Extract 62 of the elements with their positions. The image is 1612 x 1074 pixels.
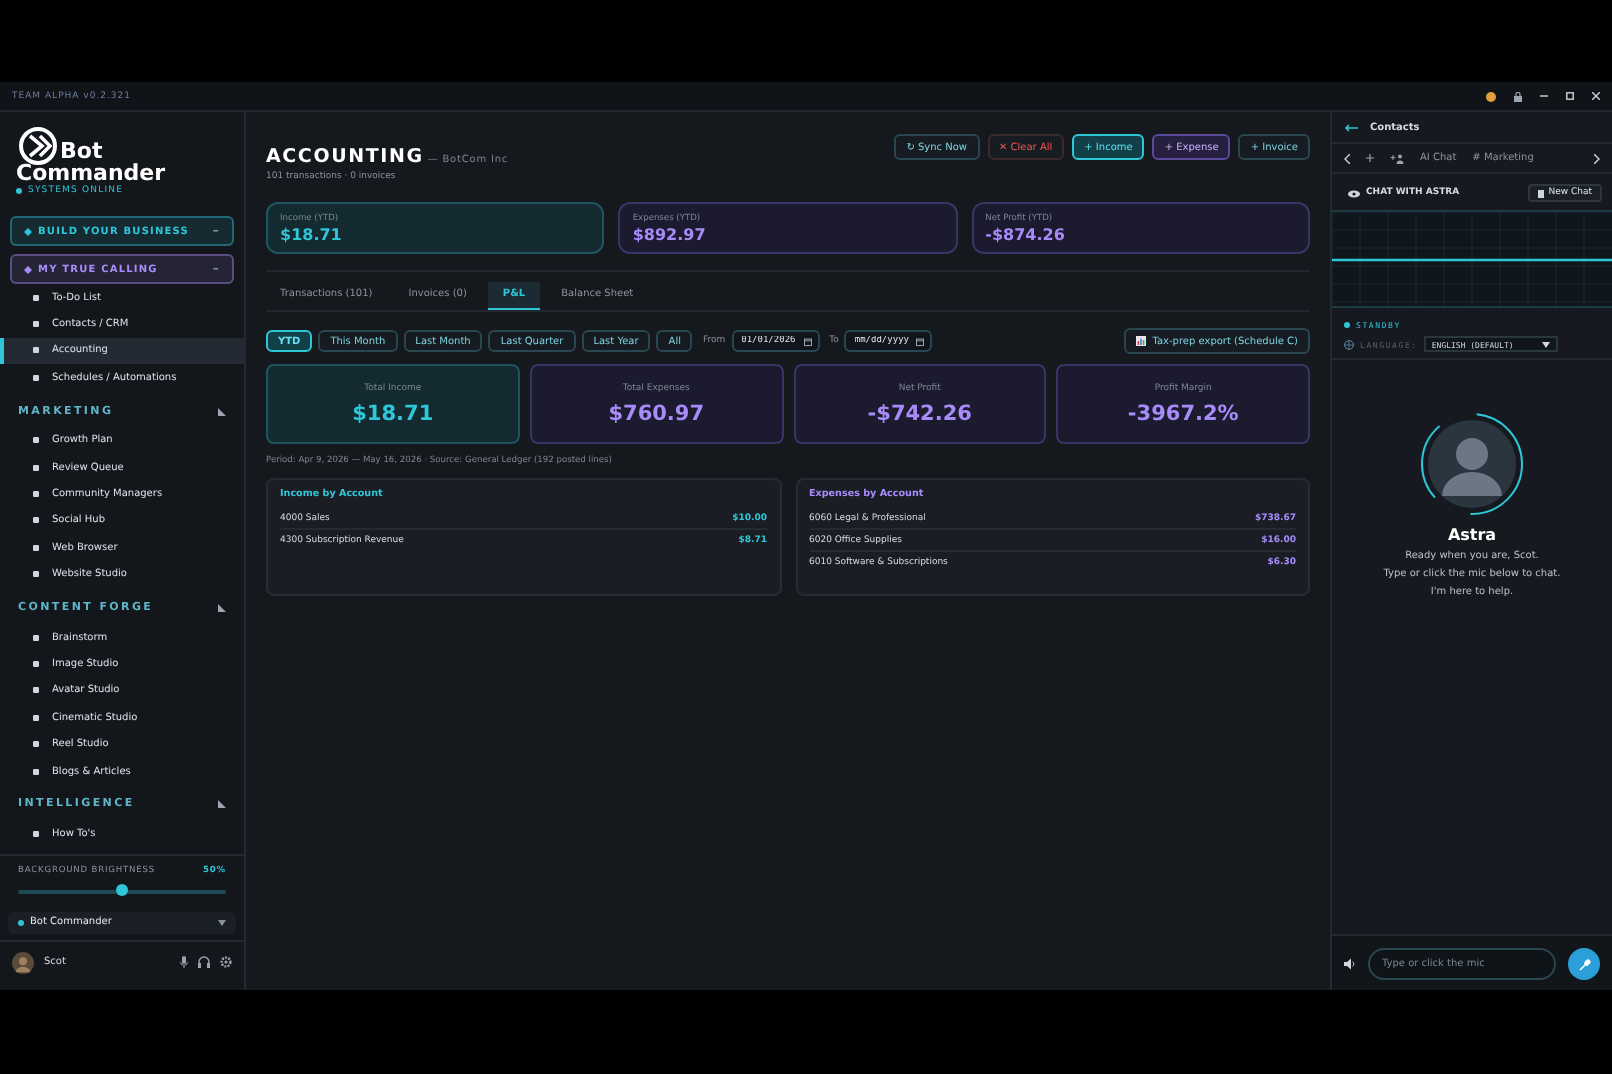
bullet-icon [32, 436, 40, 445]
collapse-triangle-icon[interactable] [218, 800, 226, 809]
slider-thumb[interactable] [116, 884, 128, 897]
avatar-portrait [1420, 412, 1524, 516]
status-dot [16, 188, 22, 194]
summary-value: -$742.26 [867, 401, 972, 425]
speaker-icon[interactable] [1344, 958, 1356, 970]
settings-icon[interactable] [220, 956, 232, 968]
add-person-icon[interactable] [1390, 153, 1404, 163]
status-dot [1344, 322, 1350, 328]
bullet-icon [32, 767, 40, 776]
bullet-icon [32, 516, 40, 525]
microphone-icon [1577, 957, 1591, 971]
bullet-icon [32, 320, 40, 329]
lock-icon[interactable] [1514, 91, 1522, 101]
summary-value: $18.71 [352, 401, 434, 425]
microphone-button[interactable] [1568, 948, 1600, 980]
plus-icon[interactable] [1366, 154, 1374, 162]
chevron-left-icon[interactable] [1344, 153, 1350, 163]
bullet-icon [32, 373, 40, 382]
stat-value: $18.71 [280, 225, 344, 243]
back-arrow-icon[interactable] [1344, 123, 1358, 131]
avatar-icon [12, 951, 34, 973]
caret-icon [1541, 341, 1550, 347]
summary-value: -3967.2% [1127, 401, 1239, 425]
close-icon[interactable] [1592, 92, 1600, 100]
summary-value: $760.97 [608, 401, 705, 425]
bullet-icon [32, 713, 40, 722]
bullet-icon [32, 293, 40, 302]
diamond-icon [24, 265, 32, 273]
logo-text: Bot [60, 140, 103, 162]
calendar-icon[interactable] [803, 337, 812, 345]
logo-icon [18, 126, 58, 166]
bullet-icon [32, 490, 40, 499]
bullet-icon [32, 463, 40, 472]
bullet-icon [32, 686, 40, 695]
diamond-icon [24, 227, 32, 235]
bullet-icon [32, 570, 40, 579]
calendar-icon[interactable] [916, 337, 925, 345]
bullet-icon [32, 543, 40, 552]
caret-icon [218, 919, 226, 926]
bullet-icon [32, 633, 40, 642]
collapse-triangle-icon[interactable] [218, 407, 226, 416]
bullet-icon [32, 829, 40, 838]
stat-value: -$874.26 [985, 225, 1067, 243]
minimize-icon[interactable] [1540, 92, 1548, 100]
eye-icon [1348, 189, 1360, 197]
collapse-triangle-icon[interactable] [218, 603, 226, 612]
page-title: ACCOUNTING [266, 146, 424, 168]
headphones-icon[interactable] [198, 956, 210, 968]
status-dot-icon [1486, 91, 1496, 101]
bullet-icon [32, 346, 40, 355]
bar-chart-icon [1136, 336, 1147, 346]
assistant-name: Astra [1447, 526, 1497, 544]
maximize-icon[interactable] [1566, 92, 1574, 100]
chevron-right-icon[interactable] [1594, 153, 1600, 163]
globe-icon [1344, 339, 1354, 349]
bullet-icon [32, 740, 40, 749]
microphone-icon[interactable] [180, 956, 188, 968]
logo-text: Commander [16, 162, 168, 184]
bullet-icon [32, 659, 40, 668]
stat-value: $892.97 [632, 225, 708, 243]
